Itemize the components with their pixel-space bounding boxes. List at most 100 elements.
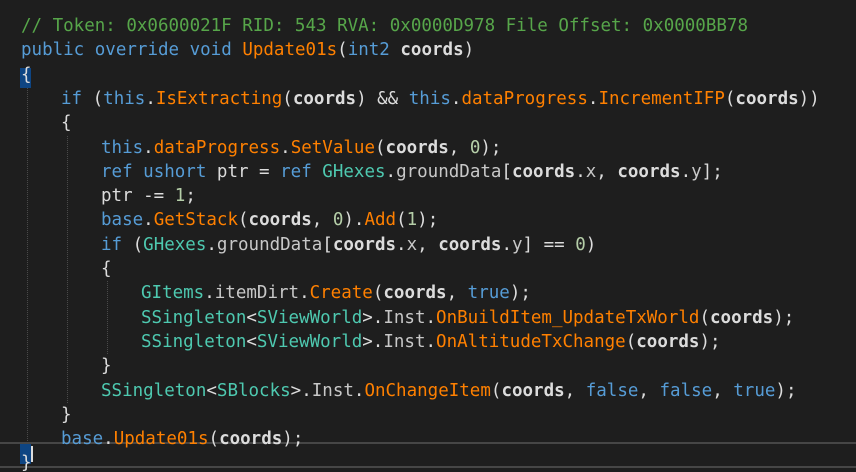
code-line[interactable]: { [101, 257, 112, 281]
code-line[interactable]: this.dataProgress.SetValue(coords, 0); [101, 136, 501, 160]
code-token: ( [372, 283, 384, 304]
code-token: . [587, 88, 599, 109]
code-token: SBlocks [216, 380, 291, 401]
code-token: . [385, 161, 397, 182]
code-token: ); [417, 210, 439, 231]
code-token: , [596, 161, 618, 182]
code-token: OnBuildItem_UpdateTxWorld [436, 307, 700, 328]
code-token: ( [282, 88, 293, 109]
code-token: ( [238, 210, 249, 231]
code-token: false [659, 380, 713, 401]
code-token: ] == [522, 234, 576, 255]
code-token: . [396, 234, 407, 255]
code-token: Inst [311, 380, 354, 401]
code-token: true [467, 283, 510, 304]
code-token: , [638, 380, 660, 401]
code-token: coords [735, 88, 799, 109]
code-token: Inst [383, 307, 426, 328]
code-token: ]; [701, 161, 723, 182]
code-token: ); [775, 380, 797, 401]
code-token: , [311, 210, 333, 231]
code-token: groundData [396, 161, 502, 182]
code-token: 0 [469, 137, 481, 158]
indent-guide [27, 86, 28, 452]
code-token: OnAltitudeTxChange [436, 331, 626, 352]
code-token: , [417, 234, 439, 255]
code-token: base [61, 429, 104, 450]
code-token: , [446, 283, 468, 304]
code-token: ( [122, 234, 144, 255]
code-line[interactable]: base.Update01s(coords); [61, 427, 303, 451]
code-line[interactable]: } [21, 451, 32, 472]
indent-guide [67, 135, 68, 403]
code-token: this [408, 88, 451, 109]
code-token: itemDirt [214, 283, 300, 304]
code-token: . [143, 137, 154, 158]
code-token: } [101, 356, 112, 377]
code-token: ( [82, 88, 104, 109]
code-line[interactable]: // Token: 0x0600021F RID: 543 RVA: 0x000… [21, 14, 748, 38]
code-token: true [733, 380, 776, 401]
code-line[interactable]: SSingleton<SBlocks>.Inst.OnChangeItem(co… [101, 379, 797, 403]
code-token: dataProgress [461, 88, 588, 109]
code-token: ); [699, 331, 721, 352]
code-token: x [406, 234, 418, 255]
code-token: coords [617, 161, 681, 182]
code-token: SViewWorld [256, 307, 363, 328]
code-line[interactable]: public override void Update01s(int2 coor… [21, 38, 474, 62]
code-token: this [103, 88, 146, 109]
code-line[interactable]: SSingleton<SViewWorld>.Inst.OnBuildItem_… [141, 306, 794, 330]
code-token: groundData [216, 234, 323, 255]
code-editor[interactable]: // Token: 0x0600021F RID: 543 RVA: 0x000… [0, 0, 856, 472]
code-token: GetStack [153, 210, 238, 231]
code-token: if [101, 234, 123, 255]
code-token: coords [332, 234, 397, 255]
code-token: ) [585, 234, 597, 255]
code-token: ( [699, 307, 710, 328]
code-line[interactable]: if (this.IsExtracting(coords) && this.da… [61, 87, 820, 111]
code-token: coords [385, 137, 449, 158]
code-token: 0 [575, 234, 586, 255]
code-token: , [564, 380, 586, 401]
code-token: . [450, 88, 462, 109]
code-line[interactable]: GItems.itemDirt.Create(coords, true); [141, 281, 531, 305]
code-line[interactable]: if (GHexes.groundData[coords.x, coords.y… [101, 233, 596, 257]
code-token: int2 [347, 40, 390, 61]
code-token: coords [511, 161, 576, 182]
code-line[interactable]: } [101, 354, 112, 378]
code-token: ) && [356, 88, 409, 109]
code-token: . [425, 331, 437, 352]
code-line[interactable]: { [21, 63, 32, 87]
code-token: , [448, 137, 470, 158]
code-token: coords [501, 380, 565, 401]
code-token: . [143, 210, 154, 231]
code-token: . [280, 137, 291, 158]
code-token: // Token: 0x0600021F RID: 543 RVA: 0x000… [21, 16, 748, 36]
code-token: < [206, 380, 217, 401]
code-token: < [246, 331, 257, 352]
code-line[interactable]: ptr -= 1; [101, 184, 196, 208]
code-token: Create [309, 283, 373, 304]
code-line[interactable]: { [61, 111, 72, 135]
code-line[interactable]: base.GetStack(coords, 0).Add(1); [101, 208, 438, 232]
code-token: ptr -= [101, 186, 175, 207]
code-line[interactable]: } [61, 403, 72, 427]
code-token: SViewWorld [256, 331, 363, 352]
code-token: coords [438, 234, 502, 255]
code-token: )) [798, 88, 820, 109]
code-token: public [21, 40, 85, 61]
code-token: if [61, 88, 83, 109]
code-token: { [61, 113, 72, 134]
code-token: { [101, 259, 112, 279]
code-token: coords [636, 331, 700, 352]
code-token: void [189, 40, 232, 61]
code-line[interactable]: SSingleton<SViewWorld>.Inst.OnAltitudeTx… [141, 330, 721, 354]
code-token: ( [396, 210, 407, 231]
code-token: this [101, 137, 144, 158]
code-token: >. [290, 380, 312, 401]
code-line[interactable]: ref ushort ptr = ref GHexes.groundData[c… [101, 160, 723, 184]
code-token: . [206, 234, 217, 255]
code-token: , [712, 380, 734, 401]
